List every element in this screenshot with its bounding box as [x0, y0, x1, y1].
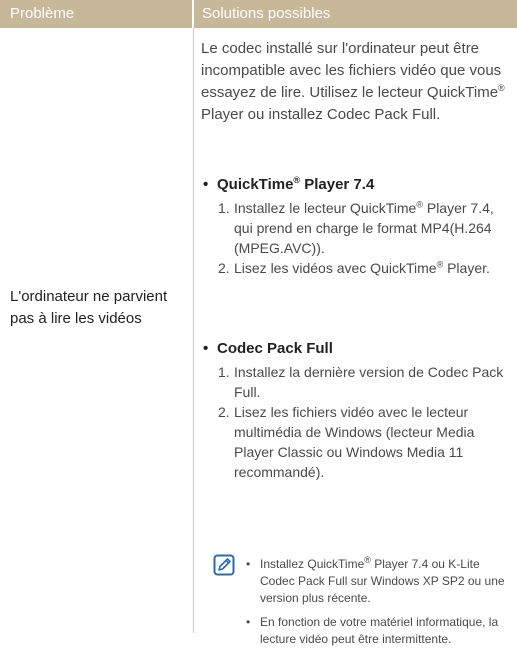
header-solutions: Solutions possibles [202, 5, 331, 22]
table-header: Problème Solutions possibles [0, 0, 517, 28]
note-item: • Installez QuickTime® Player 7.4 ou K-Li… [244, 556, 516, 607]
registered-mark: ® [364, 555, 371, 565]
bullet-dot: • [203, 340, 209, 357]
problem-text: L'ordinateur ne parvient pas à lire les … [10, 288, 168, 327]
section-title-suffix: Player 7.4 [300, 176, 375, 193]
step-number: 1. [218, 364, 230, 380]
bullet-dot: • [246, 557, 251, 571]
step-text: Lisez les vidéos avec QuickTime® Player. [234, 259, 490, 276]
section-quicktime-steps: 1. Installez le lecteur QuickTime® Player… [218, 198, 513, 278]
step-text: Installez la dernière version de Codec P… [234, 364, 504, 400]
step-item: 1. Installez la dernière version de Codec… [218, 362, 513, 402]
step-item: 1. Installez le lecteur QuickTime® Player… [218, 198, 513, 258]
column-divider [193, 28, 194, 633]
step-text: Installez le lecteur QuickTime® Player 7… [234, 199, 494, 256]
note-pencil-icon [213, 554, 235, 576]
section-title: Codec Pack Full [217, 340, 333, 357]
bullet-dot: • [246, 615, 251, 629]
step-item: 2. Lisez les vidéos avec QuickTime® Playe… [218, 258, 513, 278]
registered-mark: ® [498, 83, 505, 93]
registered-mark: ® [436, 259, 444, 270]
note-item: • En fonction de votre matériel informati… [244, 614, 516, 648]
note-text: En fonction de votre matériel informatiq… [260, 615, 499, 646]
header-problem: Problème [10, 5, 75, 22]
section-quicktime-title: • QuickTime® Player 7.4 [203, 176, 375, 194]
intro-paragraph: Le codec installé sur l'ordinateur peut … [201, 40, 505, 123]
step-text: Lisez les fichiers vidéo avec le lecteur… [234, 404, 475, 480]
step-number: 2. [218, 260, 230, 276]
section-codec-title: • Codec Pack Full [203, 340, 333, 357]
header-divider [192, 0, 194, 28]
section-codec-steps: 1. Installez la dernière version de Codec… [218, 362, 513, 482]
section-title-prefix: QuickTime [217, 176, 294, 193]
registered-mark: ® [416, 199, 423, 210]
step-number: 2. [218, 404, 230, 420]
note-list: • Installez QuickTime® Player 7.4 ou K-Li… [244, 556, 516, 655]
bullet-dot: • [203, 176, 209, 193]
troubleshooting-table: Problème Solutions possibles L'ordinateu… [0, 0, 517, 646]
step-number: 1. [218, 200, 230, 216]
step-item: 2. Lisez les fichiers vidéo avec le lecte… [218, 402, 513, 482]
solutions-intro: Le codec installé sur l'ordinateur peut … [201, 38, 511, 126]
note-text: Installez QuickTime® Player 7.4 ou K-Lit… [260, 555, 505, 606]
